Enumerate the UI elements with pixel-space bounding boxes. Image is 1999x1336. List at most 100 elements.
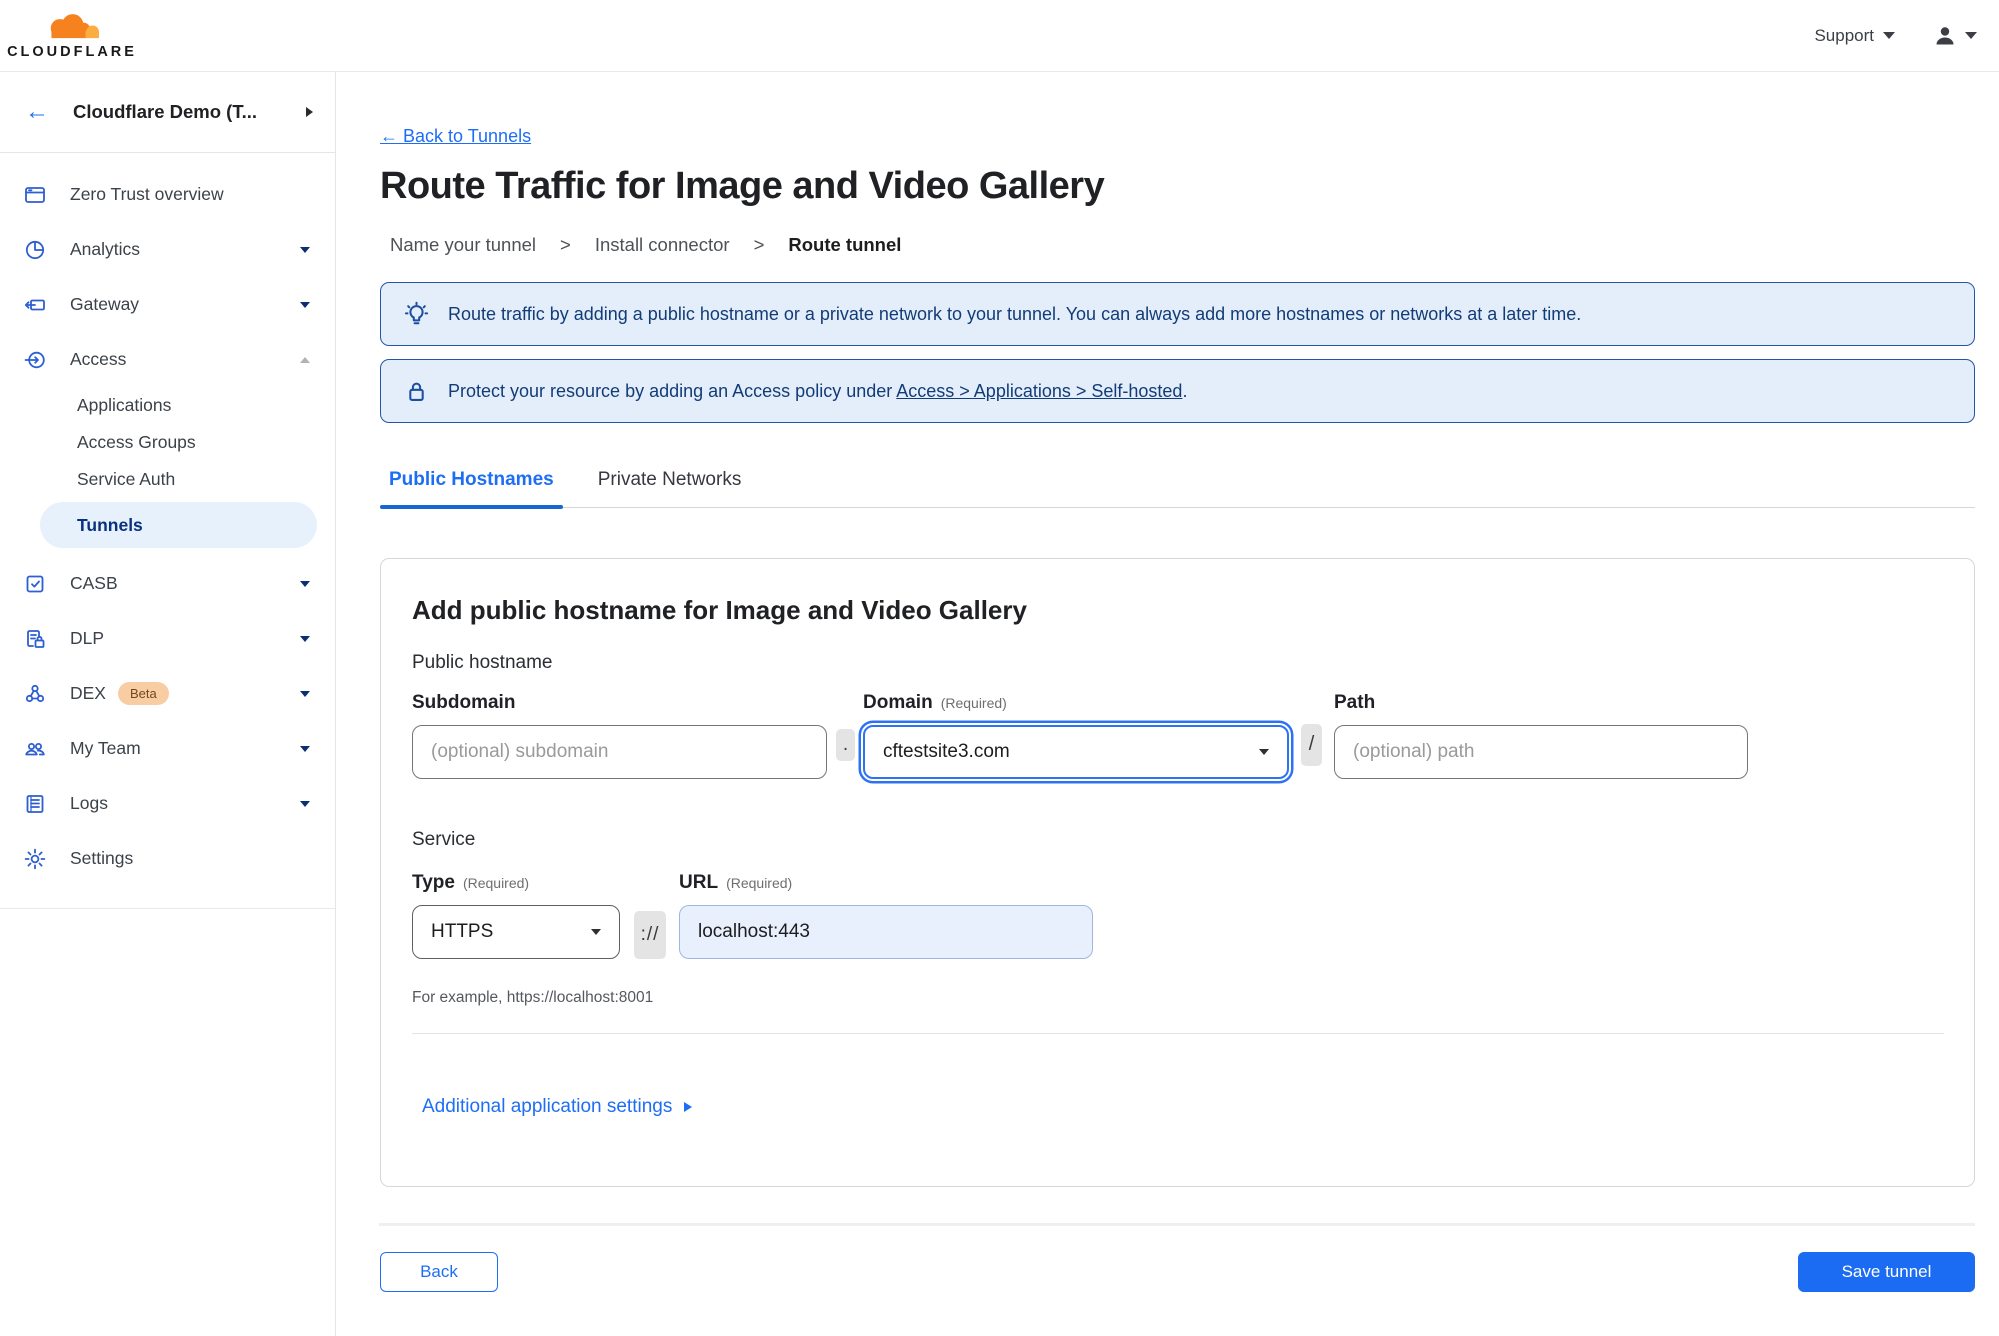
sidebar-item-applications[interactable]: Applications xyxy=(0,387,335,424)
required-hint: (Required) xyxy=(462,875,530,891)
sidebar-item-dex[interactable]: DEX Beta xyxy=(0,666,335,721)
breadcrumb-steps: Name your tunnel > Install connector > R… xyxy=(380,234,1975,256)
banner-text-after: . xyxy=(1182,380,1188,401)
tab-bar: Public Hostnames Private Networks xyxy=(380,469,1975,509)
chevron-down-icon xyxy=(1883,32,1895,39)
cloudflare-cloud-icon xyxy=(45,13,106,45)
access-icon xyxy=(23,348,47,372)
sidebar-item-tunnels[interactable]: Tunnels xyxy=(40,502,317,548)
chevron-down-icon xyxy=(1965,32,1977,39)
sidebar-item-casb[interactable]: CASB xyxy=(0,556,335,611)
banner-text-before: Protect your resource by adding an Acces… xyxy=(448,380,897,401)
pie-chart-icon xyxy=(23,238,47,262)
gateway-icon xyxy=(23,293,47,317)
account-name: Cloudflare Demo (T... xyxy=(73,101,257,122)
user-menu[interactable] xyxy=(1933,24,1977,48)
support-label: Support xyxy=(1814,25,1874,45)
sidebar-item-analytics[interactable]: Analytics xyxy=(0,222,335,277)
gear-icon xyxy=(23,847,47,871)
document-lock-icon xyxy=(23,627,47,651)
subdomain-input[interactable] xyxy=(412,725,827,779)
step-name-your-tunnel[interactable]: Name your tunnel xyxy=(390,234,536,256)
sidebar-item-access-groups[interactable]: Access Groups xyxy=(0,424,335,461)
sidebar-nav: Zero Trust overview Analytics Gateway Ac… xyxy=(0,153,335,886)
chevron-down-icon xyxy=(300,800,310,807)
chevron-down-icon xyxy=(300,690,310,697)
info-banner-route-traffic: Route traffic by adding a public hostnam… xyxy=(380,282,1975,346)
chevron-down-icon xyxy=(300,745,310,752)
step-separator: > xyxy=(753,234,765,255)
service-type-select[interactable]: HTTPS xyxy=(412,905,620,959)
sidebar: ← Cloudflare Demo (T... Zero Trust overv… xyxy=(0,72,336,1336)
chevron-down-icon xyxy=(300,580,310,587)
step-route-tunnel: Route tunnel xyxy=(788,234,902,255)
tab-private-networks[interactable]: Private Networks xyxy=(598,469,742,507)
service-field-row: Type (Required) HTTPS :// URL (Required) xyxy=(412,869,1942,959)
sidebar-item-my-team[interactable]: My Team xyxy=(0,721,335,776)
chevron-right-icon[interactable] xyxy=(306,107,313,117)
chevron-right-icon xyxy=(684,1102,693,1112)
main-content: ← Back to Tunnels Route Traffic for Imag… xyxy=(336,72,1999,1336)
lightbulb-icon xyxy=(404,301,429,324)
chevron-down-icon xyxy=(300,635,310,642)
back-arrow-icon[interactable]: ← xyxy=(25,100,49,124)
service-url-input[interactable] xyxy=(679,905,1093,959)
log-list-icon xyxy=(23,792,47,816)
back-button[interactable]: Back xyxy=(380,1252,498,1292)
access-applications-self-hosted-link[interactable]: Access > Applications > Self-hosted xyxy=(896,381,1182,401)
domain-label: Domain xyxy=(863,692,933,713)
info-banner-access-policy: Protect your resource by adding an Acces… xyxy=(380,359,1975,423)
box-check-icon xyxy=(23,572,47,596)
url-label: URL xyxy=(679,872,719,893)
back-to-tunnels-link[interactable]: ← Back to Tunnels xyxy=(380,126,531,147)
card-divider xyxy=(412,1033,1944,1034)
top-header: CLOUDFLARE Support xyxy=(0,0,1999,72)
dot-separator: . xyxy=(836,728,855,761)
chevron-down-icon xyxy=(1259,749,1269,755)
sidebar-divider xyxy=(0,908,335,909)
save-tunnel-button[interactable]: Save tunnel xyxy=(1798,1252,1975,1292)
network-nodes-icon xyxy=(23,682,47,706)
step-separator: > xyxy=(560,234,571,255)
additional-application-settings-toggle[interactable]: Additional application settings xyxy=(422,1096,693,1118)
cloudflare-wordmark: CLOUDFLARE xyxy=(7,43,137,60)
hostname-field-row: Subdomain . Domain (Required) cftestsite… xyxy=(412,692,1942,779)
url-example-text: For example, https://localhost:8001 xyxy=(412,989,654,1006)
browser-window-icon xyxy=(23,183,47,207)
lock-icon xyxy=(409,382,424,401)
slash-separator: / xyxy=(1301,723,1322,766)
type-label: Type xyxy=(412,872,455,893)
add-hostname-card: Add public hostname for Image and Video … xyxy=(380,558,1975,1187)
sidebar-account-header: ← Cloudflare Demo (T... xyxy=(0,72,335,153)
chevron-down-icon xyxy=(591,929,601,935)
sidebar-item-service-auth[interactable]: Service Auth xyxy=(0,461,335,498)
banner-text: Route traffic by adding a public hostnam… xyxy=(448,303,1582,324)
domain-select[interactable]: cftestsite3.com xyxy=(863,725,1289,779)
card-heading: Add public hostname for Image and Video … xyxy=(412,595,1027,625)
cloudflare-logo: CLOUDFLARE xyxy=(7,12,134,60)
sidebar-item-settings[interactable]: Settings xyxy=(0,831,335,886)
sidebar-item-gateway[interactable]: Gateway xyxy=(0,277,335,332)
service-section-label: Service xyxy=(412,829,476,850)
beta-badge: Beta xyxy=(117,682,169,705)
domain-select-value: cftestsite3.com xyxy=(883,741,1010,762)
tab-public-hostnames[interactable]: Public Hostnames xyxy=(380,469,563,509)
footer-actions: Back Save tunnel xyxy=(380,1252,1975,1292)
subdomain-label: Subdomain xyxy=(412,692,516,713)
public-hostname-section-label: Public hostname xyxy=(412,652,553,673)
step-install-connector[interactable]: Install connector xyxy=(595,234,730,256)
sidebar-item-access[interactable]: Access xyxy=(0,332,335,387)
people-icon xyxy=(23,737,47,761)
service-type-value: HTTPS xyxy=(431,921,494,942)
path-input[interactable] xyxy=(1334,725,1748,779)
required-hint: (Required) xyxy=(940,695,1007,711)
sidebar-item-dlp[interactable]: DLP xyxy=(0,611,335,666)
path-label: Path xyxy=(1334,692,1376,713)
footer-divider xyxy=(379,1223,1975,1226)
support-menu[interactable]: Support xyxy=(1814,26,1895,46)
chevron-up-icon xyxy=(300,356,310,363)
sidebar-item-logs[interactable]: Logs xyxy=(0,776,335,831)
scheme-separator: :// xyxy=(634,911,666,959)
sidebar-item-zero-trust-overview[interactable]: Zero Trust overview xyxy=(0,167,335,222)
required-hint: (Required) xyxy=(726,875,793,891)
